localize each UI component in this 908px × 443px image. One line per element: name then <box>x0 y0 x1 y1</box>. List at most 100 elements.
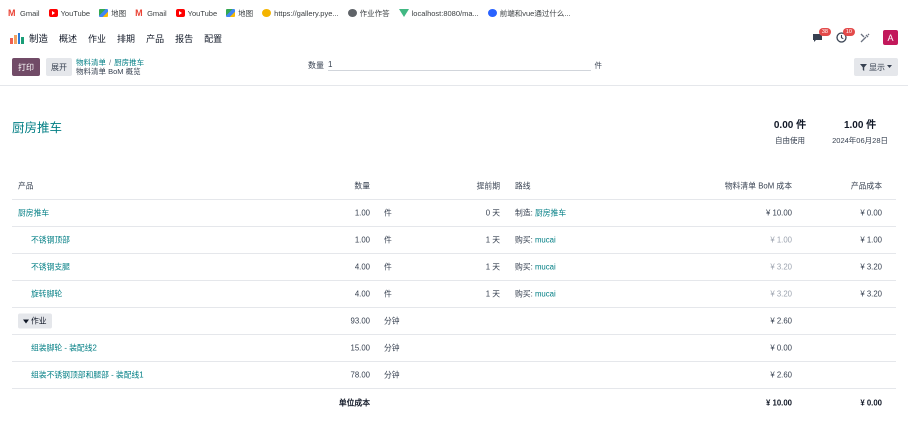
menu-products[interactable]: 产品 <box>146 32 164 45</box>
bookmark-8[interactable]: localhost:8080/ma... <box>398 9 479 18</box>
row-product-link[interactable]: 厨房推车 <box>18 208 49 219</box>
row-product-link[interactable]: 不锈钢顶部 <box>31 235 70 246</box>
bookmark-7[interactable]: 作业作答 <box>347 8 390 19</box>
display-label: 显示 <box>869 62 885 72</box>
quantity-filter: 数量 件 <box>308 58 602 72</box>
bookmark-label: 作业作答 <box>359 8 390 18</box>
row-product-link[interactable]: 不锈钢支腿 <box>31 262 70 273</box>
operations-toggle[interactable]: 作业 <box>18 313 52 329</box>
control-panel: 打印 展开 物料清单/厨房推车 物料清单 BoM 概览 数量 件 显示 <box>0 52 908 86</box>
bookmark-2[interactable]: 地图 <box>99 8 126 19</box>
free-qty-summary: 0.00 件 自由使用 <box>774 116 806 146</box>
bookmarks-bar: Gmail YouTube 地图 Gmail YouTube 地图 https://gall… <box>0 0 908 26</box>
expand-button[interactable]: 展开 <box>46 58 72 76</box>
row-bom-cost: ¥ 10.00 <box>765 208 792 218</box>
bookmark-label: https://gallery.pye... <box>274 8 339 18</box>
gmail-icon <box>135 9 145 17</box>
youtube-icon <box>175 9 185 17</box>
header-product: 产品 <box>18 181 34 190</box>
row-product-cost: ¥ 1.00 <box>860 235 882 245</box>
row-qty: 1.00 <box>354 235 370 245</box>
display-dropdown-button[interactable]: 显示 <box>854 58 898 76</box>
row-product-link[interactable]: 旋转脚轮 <box>31 289 62 300</box>
quantity-unit: 件 <box>594 60 603 70</box>
route-link[interactable]: 厨房推车 <box>535 209 566 218</box>
row-qty: 1.00 <box>354 208 370 218</box>
caret-down-icon <box>23 319 29 323</box>
route-link[interactable]: mucai <box>535 236 556 245</box>
app-name[interactable]: 制造 <box>29 31 48 45</box>
chat-badge: 38 <box>818 27 831 36</box>
row-bom-cost: ¥ 3.20 <box>770 262 792 272</box>
bookmark-label: 地图 <box>238 8 254 18</box>
manufacturing-app-icon[interactable] <box>10 32 24 44</box>
menu-reporting[interactable]: 报告 <box>175 32 193 45</box>
row-product-cost: ¥ 3.20 <box>860 262 882 272</box>
row-lead-time: 1 天 <box>485 289 500 299</box>
operation-bom-cost: ¥ 0.00 <box>770 343 792 353</box>
row-lead-time: 1 天 <box>485 262 500 272</box>
report-product-title[interactable]: 厨房推车 <box>12 117 62 136</box>
route-prefix: 购买: <box>515 235 533 245</box>
operation-row: 组装不锈钢顶部和腿部 - 装配线1 78.00 分钟 ¥ 2.60 <box>12 362 896 389</box>
row-route: 购买: mucai <box>515 289 556 300</box>
user-avatar[interactable]: A <box>883 30 898 45</box>
row-route: 制造: 厨房推车 <box>515 208 566 219</box>
header-product-cost: 产品成本 <box>850 181 882 190</box>
operations-label: 作业 <box>31 316 47 326</box>
operation-name-link[interactable]: 组装脚轮 - 装配线2 <box>31 343 97 354</box>
bookmark-label: 地图 <box>111 8 127 18</box>
header-quantity: 数量 <box>354 181 370 190</box>
quantity-label: 数量 <box>308 60 324 70</box>
forecast-summary: 1.00 件 2024年06月28日 <box>832 116 888 146</box>
row-uom: 件 <box>384 235 392 245</box>
row-uom: 件 <box>384 208 392 218</box>
bookmark-5[interactable]: 地图 <box>226 8 253 19</box>
print-button[interactable]: 打印 <box>12 58 40 76</box>
bookmark-3[interactable]: Gmail <box>135 9 167 18</box>
bookmark-1[interactable]: YouTube <box>48 8 91 18</box>
table-row: 厨房推车 1.00 件 0 天 制造: 厨房推车 ¥ 10.00 ¥ 0.00 <box>12 200 896 227</box>
bookmark-0[interactable]: Gmail <box>8 9 40 18</box>
activity-clock-icon[interactable]: 10 <box>835 27 855 44</box>
gmail-icon <box>8 9 17 17</box>
route-link[interactable]: mucai <box>535 263 556 272</box>
unit-cost-bom: ¥ 10.00 <box>765 398 792 407</box>
bookmark-4[interactable]: YouTube <box>175 9 217 18</box>
unit-cost-row: 单位成本 ¥ 10.00 ¥ 0.00 <box>12 389 896 416</box>
forecast-date: 2024年06月28日 <box>832 136 888 145</box>
menu-configuration[interactable]: 配置 <box>204 32 222 45</box>
unit-cost-product: ¥ 0.00 <box>860 398 882 407</box>
operation-uom: 分钟 <box>384 370 400 380</box>
row-product-cost: ¥ 0.00 <box>860 208 882 218</box>
chat-icon[interactable]: 38 <box>811 27 831 44</box>
quantity-input[interactable] <box>328 59 591 71</box>
row-uom: 件 <box>384 262 392 272</box>
route-link[interactable]: mucai <box>535 290 556 299</box>
operations-bom-cost: ¥ 2.60 <box>770 316 792 326</box>
breadcrumb-product-link[interactable]: 厨房推车 <box>114 58 144 67</box>
debug-tools-icon[interactable] <box>859 32 871 44</box>
filter-icon <box>860 63 867 71</box>
menu-planning[interactable]: 排期 <box>117 32 135 45</box>
operation-name-link[interactable]: 组装不锈钢顶部和腿部 - 装配线1 <box>31 370 144 381</box>
operation-qty: 78.00 <box>350 370 370 380</box>
row-bom-cost: ¥ 1.00 <box>770 235 792 245</box>
row-bom-cost: ¥ 3.20 <box>770 289 792 299</box>
globe-icon <box>347 9 357 17</box>
bom-table: 产品 数量 提前期 路线 物料清单 BoM 成本 产品成本 厨房推车 1.00 件 0… <box>12 172 896 416</box>
gallery-icon <box>262 9 272 17</box>
menu-overview[interactable]: 概述 <box>59 32 77 45</box>
bookmark-label: YouTube <box>60 8 91 18</box>
table-row: 旋转脚轮 4.00 件 1 天 购买: mucai ¥ 3.20 ¥ 3.20 <box>12 281 896 308</box>
breadcrumb-separator: / <box>109 58 112 67</box>
table-header: 产品 数量 提前期 路线 物料清单 BoM 成本 产品成本 <box>12 172 896 200</box>
breadcrumb-bom-link[interactable]: 物料清单 <box>76 58 106 67</box>
maps-icon <box>99 9 109 17</box>
row-uom: 件 <box>384 289 392 299</box>
free-qty-label: 自由使用 <box>775 136 805 145</box>
bookmark-6[interactable]: https://gallery.pye... <box>262 8 339 18</box>
bookmark-label: 前端和vue通过什么... <box>499 8 571 18</box>
bookmark-9[interactable]: 前端和vue通过什么... <box>487 8 571 19</box>
menu-operations[interactable]: 作业 <box>88 32 106 45</box>
